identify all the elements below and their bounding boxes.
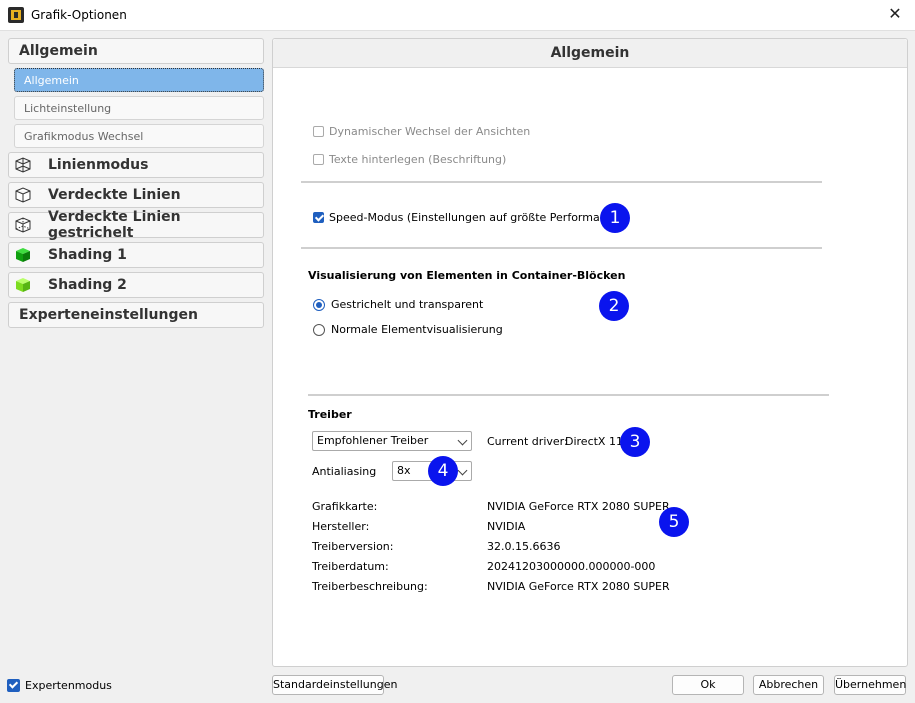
window-title: Grafik-Optionen bbox=[31, 8, 127, 22]
driver-heading: Treiber bbox=[308, 408, 352, 421]
app-logo-icon bbox=[8, 7, 24, 23]
marker-badge: 4 bbox=[428, 456, 458, 486]
green-cube-icon bbox=[13, 246, 33, 264]
radio-circle bbox=[313, 298, 325, 311]
close-icon[interactable]: ✕ bbox=[885, 4, 905, 24]
radio-label: Normale Elementvisualisierung bbox=[331, 323, 503, 336]
expert-mode-checkbox[interactable]: Expertenmodus bbox=[7, 679, 112, 692]
divider bbox=[301, 181, 822, 183]
info-label: Treiberdatum: bbox=[312, 560, 389, 573]
sidebar-group-label: Shading 2 bbox=[48, 277, 127, 293]
wireframe-cube-icon bbox=[13, 156, 33, 174]
sidebar: Allgemein Allgemein Lichteinstellung Gra… bbox=[8, 38, 264, 332]
sidebar-item-general[interactable]: Allgemein bbox=[14, 68, 264, 92]
checkbox-box bbox=[313, 154, 324, 165]
sidebar-group-general[interactable]: Allgemein bbox=[8, 38, 264, 64]
marker-badge: 5 bbox=[659, 507, 689, 537]
title-bar: Grafik-Optionen ✕ bbox=[0, 0, 915, 31]
divider bbox=[301, 247, 822, 249]
sidebar-group-label: Shading 1 bbox=[48, 247, 127, 263]
info-value: NVIDIA GeForce RTX 2080 SUPER bbox=[487, 580, 670, 593]
info-label: Hersteller: bbox=[312, 520, 370, 533]
apply-button[interactable]: Übernehmen bbox=[834, 675, 906, 695]
info-value: NVIDIA bbox=[487, 520, 526, 533]
radio-dashed-transparent[interactable]: Gestrichelt und transparent bbox=[313, 298, 483, 311]
info-label: Treiberversion: bbox=[312, 540, 394, 553]
chevron-down-icon bbox=[457, 435, 468, 446]
marker-badge: 2 bbox=[599, 291, 629, 321]
checkbox-label: Texte hinterlegen (Beschriftung) bbox=[329, 153, 507, 166]
ok-button[interactable]: Ok bbox=[672, 675, 744, 695]
sidebar-group-expert-settings[interactable]: Experteneinstellungen bbox=[8, 302, 264, 328]
checkbox-box bbox=[7, 679, 20, 692]
sidebar-group-shading-2[interactable]: Shading 2 bbox=[8, 272, 264, 298]
radio-normal-visualization[interactable]: Normale Elementvisualisierung bbox=[313, 323, 503, 336]
antialiasing-label: Antialiasing bbox=[312, 465, 377, 478]
divider bbox=[308, 394, 829, 396]
sidebar-group-label: Verdeckte Linien gestrichelt bbox=[48, 209, 181, 241]
current-driver-value: DirectX 11 bbox=[565, 435, 623, 448]
chevron-down-icon bbox=[457, 465, 468, 476]
checkbox-box bbox=[313, 126, 324, 137]
antialiasing-select-value: 8x bbox=[397, 464, 411, 477]
driver-select-value: Empfohlener Treiber bbox=[317, 434, 429, 447]
dashed-cube-icon bbox=[13, 216, 33, 234]
sidebar-group-label: Linienmodus bbox=[48, 157, 149, 173]
sidebar-group-label: Verdeckte Linien bbox=[48, 187, 181, 203]
sidebar-item-lighting[interactable]: Lichteinstellung bbox=[14, 96, 264, 120]
info-value: 20241203000000.000000-000 bbox=[487, 560, 656, 573]
defaults-button[interactable]: Standardeinstellungen bbox=[272, 675, 397, 695]
visualization-heading: Visualisierung von Elementen in Containe… bbox=[308, 269, 626, 282]
info-value: 32.0.15.6636 bbox=[487, 540, 561, 553]
sidebar-group-shading-1[interactable]: Shading 1 bbox=[8, 242, 264, 268]
sidebar-group-hidden-lines-dashed[interactable]: Verdeckte Linien gestrichelt bbox=[8, 209, 264, 241]
radio-label: Gestrichelt und transparent bbox=[331, 298, 484, 311]
lightgreen-cube-icon bbox=[13, 276, 33, 294]
checkbox-box bbox=[313, 212, 324, 223]
hidden-line-cube-icon bbox=[13, 186, 33, 204]
panel-title: Allgemein bbox=[273, 39, 907, 68]
checkbox-label: Speed-Modus (Einstellungen auf größte Pe… bbox=[329, 211, 624, 224]
marker-badge: 1 bbox=[600, 203, 630, 233]
settings-panel: Allgemein Dynamischer Wechsel der Ansich… bbox=[272, 38, 908, 667]
sidebar-item-graphics-mode-switch[interactable]: Grafikmodus Wechsel bbox=[14, 124, 264, 148]
info-label: Grafikkarte: bbox=[312, 500, 378, 513]
dynamic-view-switch-checkbox[interactable]: Dynamischer Wechsel der Ansichten bbox=[313, 125, 530, 138]
driver-select[interactable]: Empfohlener Treiber bbox=[312, 431, 472, 451]
current-driver-label: Current driver: bbox=[487, 435, 568, 448]
info-value: NVIDIA GeForce RTX 2080 SUPER bbox=[487, 500, 670, 513]
speed-mode-checkbox[interactable]: Speed-Modus (Einstellungen auf größte Pe… bbox=[313, 211, 624, 224]
sidebar-group-line-mode[interactable]: Linienmodus bbox=[8, 152, 264, 178]
info-label: Treiberbeschreibung: bbox=[312, 580, 428, 593]
text-background-checkbox[interactable]: Texte hinterlegen (Beschriftung) bbox=[313, 153, 506, 166]
sidebar-group-hidden-lines[interactable]: Verdeckte Linien bbox=[8, 182, 264, 208]
marker-badge: 3 bbox=[620, 427, 650, 457]
radio-circle bbox=[313, 323, 325, 336]
checkbox-label: Dynamischer Wechsel der Ansichten bbox=[329, 125, 531, 138]
checkbox-label: Expertenmodus bbox=[25, 679, 112, 692]
cancel-button[interactable]: Abbrechen bbox=[753, 675, 824, 695]
